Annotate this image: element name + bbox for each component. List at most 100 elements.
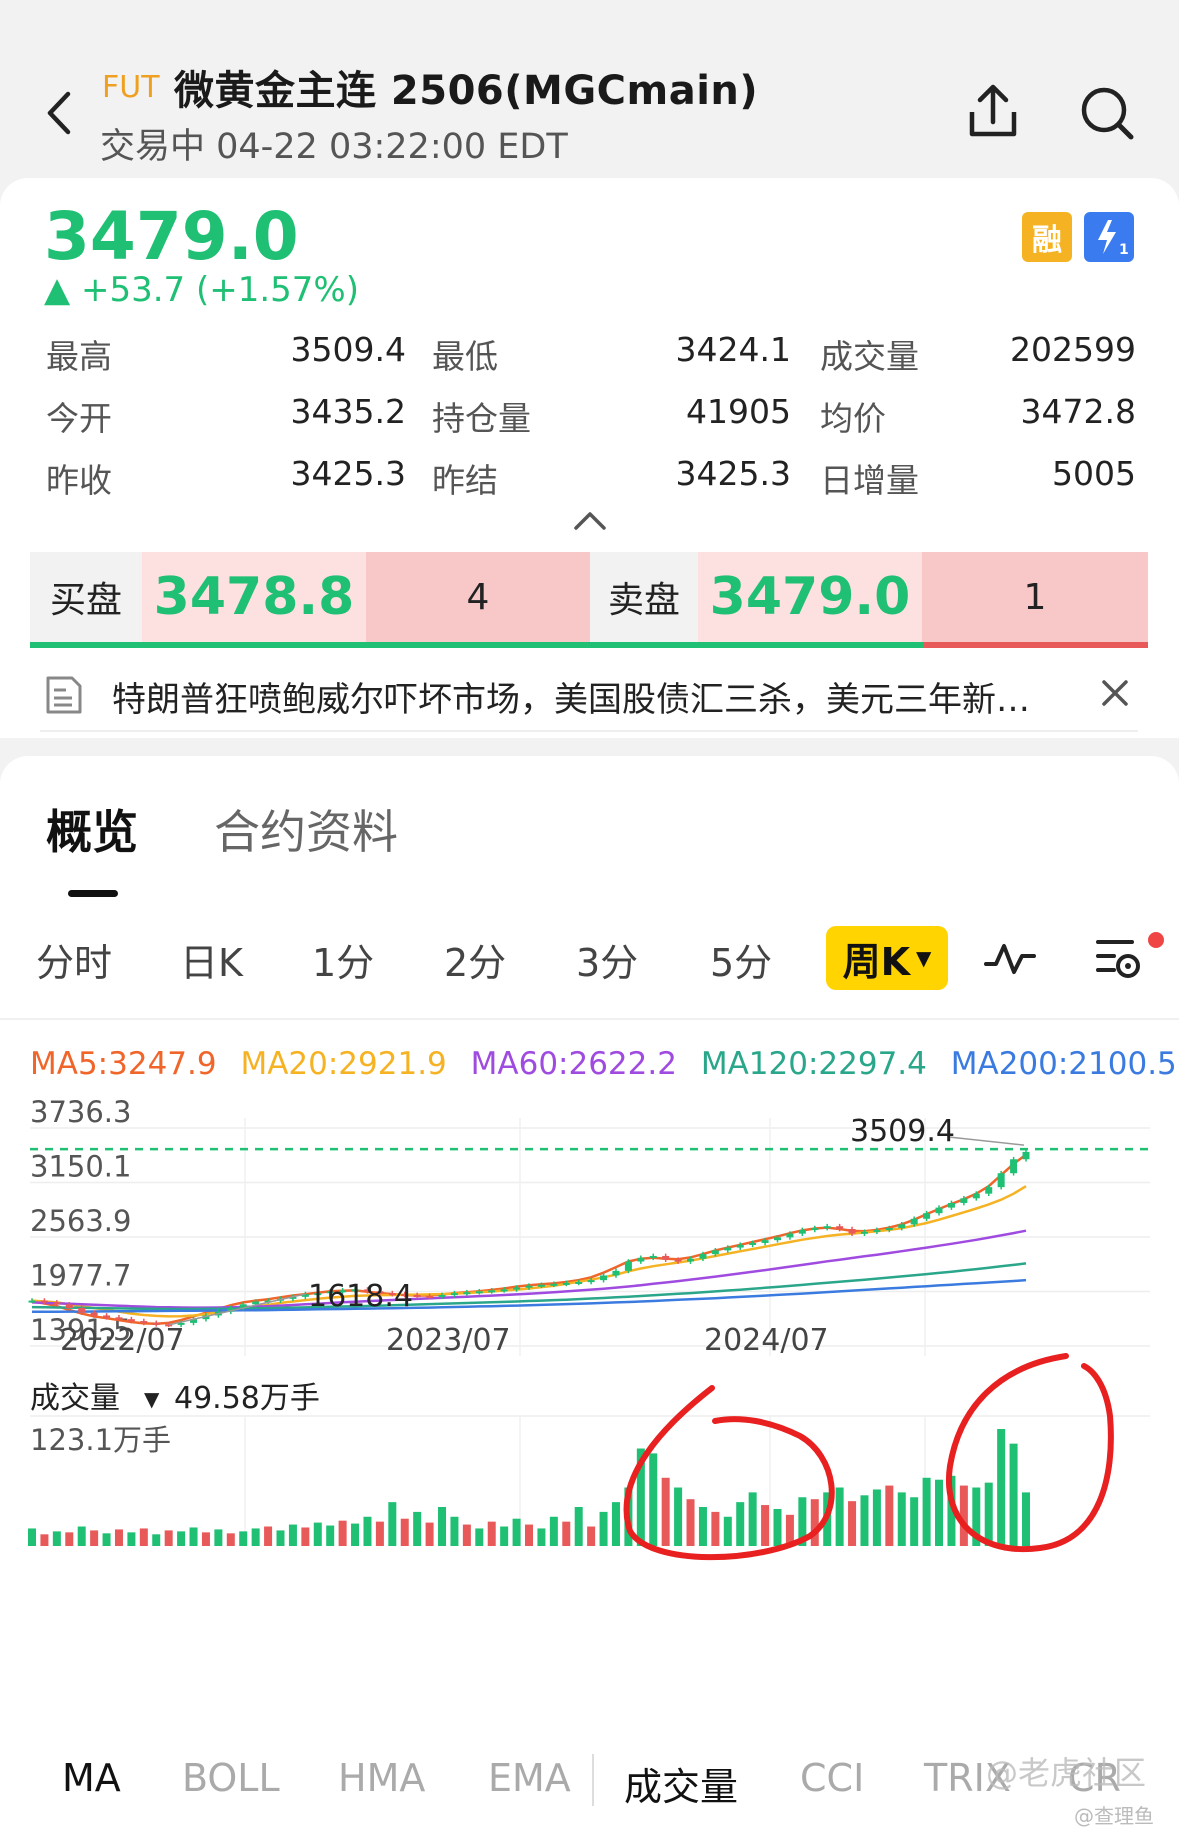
volume-bar [77, 1526, 86, 1546]
news-banner[interactable]: 特朗普狂喷鲍威尔吓坏市场，美国股债汇三杀，美元三年新… [40, 658, 1138, 732]
period-intraday[interactable]: 分时 [36, 932, 112, 987]
chart-settings-icon[interactable] [1092, 932, 1146, 986]
ma60-value: MA60:2622.2 [470, 1046, 677, 1082]
candle-body [736, 1244, 744, 1248]
stat-label: 今开 [46, 399, 112, 438]
kline-chart[interactable]: 3736.33150.12563.91977.71391.53509.41618… [0, 1086, 1179, 1746]
volume-title: 成交量 [30, 1381, 120, 1416]
candle-body [53, 1302, 61, 1305]
period-2min[interactable]: 2分 [444, 932, 506, 987]
x-tick-label: 2023/07 [386, 1323, 511, 1358]
candle-body [1010, 1159, 1018, 1174]
candle-body [823, 1226, 831, 1229]
period-1min[interactable]: 1分 [312, 932, 374, 987]
indicator-tab-hma[interactable]: HMA [338, 1756, 425, 1800]
candle-body [786, 1233, 794, 1238]
volume-bar [462, 1524, 471, 1546]
indicator-tab-cci[interactable]: CCI [800, 1756, 864, 1800]
volume-bar [438, 1507, 447, 1546]
stat-label: 最低 [432, 337, 498, 376]
close-icon[interactable] [1098, 676, 1132, 710]
volume-bar [773, 1508, 782, 1546]
volume-bar [674, 1487, 683, 1546]
candle-body [103, 1315, 111, 1318]
candle-body [960, 1198, 968, 1203]
ask-price[interactable]: 3479.0 [698, 552, 922, 642]
candle-body [28, 1300, 36, 1303]
volume-bar [736, 1502, 745, 1546]
candle-body [600, 1275, 608, 1281]
ma-legend: MA5:3247.9 MA20:2921.9 MA60:2622.2 MA120… [30, 1046, 1179, 1082]
candle-body [78, 1308, 86, 1313]
candle-body [774, 1237, 781, 1241]
volume-bar [28, 1528, 36, 1546]
indicator-tab-volume[interactable]: 成交量 [624, 1756, 738, 1811]
search-icon[interactable] [1078, 82, 1136, 142]
candle-body [475, 1291, 483, 1294]
flash-trade-icon[interactable]: 1 [1084, 212, 1134, 262]
period-daily[interactable]: 日K [180, 932, 243, 987]
notification-dot [1148, 932, 1164, 948]
candle-body [699, 1254, 707, 1259]
candle-body [65, 1304, 73, 1309]
volume-bar [922, 1477, 931, 1546]
volume-bar [599, 1511, 608, 1546]
back-arrow-icon[interactable] [40, 86, 80, 140]
volume-bar [748, 1492, 757, 1546]
stat-label: 昨收 [46, 461, 112, 500]
y-tick-label: 3150.1 [30, 1150, 131, 1184]
volume-bar [102, 1533, 111, 1546]
candle-body [587, 1280, 595, 1283]
watermark: @老虎社区 [986, 1754, 1147, 1792]
margin-badge[interactable]: 融 [1022, 212, 1072, 262]
volume-bar [276, 1530, 285, 1546]
candle-body [836, 1226, 844, 1229]
candle-body [438, 1295, 446, 1298]
volume-bar [139, 1528, 148, 1546]
volume-bar [761, 1505, 770, 1546]
tab-overview[interactable]: 概览 [46, 796, 138, 862]
volume-bar [425, 1522, 434, 1546]
volume-bar [177, 1531, 186, 1546]
y-tick-label: 3736.3 [30, 1095, 131, 1129]
watermark: @查理鱼 [1074, 1804, 1154, 1828]
ma5-value: MA5:3247.9 [30, 1046, 217, 1082]
share-icon[interactable] [964, 82, 1022, 142]
candle-body [935, 1207, 943, 1214]
indicator-wave-icon[interactable] [982, 936, 1038, 980]
stats-row: 最高 3509.4 最低 3424.1 成交量 202599 [46, 330, 1136, 376]
bid-price[interactable]: 3478.8 [142, 552, 366, 642]
tab-contract-info[interactable]: 合约资料 [214, 796, 398, 862]
indicator-tab-boll[interactable]: BOLL [182, 1756, 280, 1800]
volume-bar [562, 1521, 571, 1546]
y-tick-label: 1977.7 [30, 1259, 131, 1293]
indicator-tab-ma[interactable]: MA [62, 1756, 121, 1800]
price-change: ▲ +53.7 (+1.57%) [44, 270, 359, 310]
candle-body [40, 1300, 48, 1303]
volume-bar [872, 1489, 881, 1546]
ask-volume-bar [924, 642, 1148, 648]
candle-body [687, 1258, 695, 1262]
volume-bar [549, 1516, 558, 1546]
candle-body [985, 1187, 993, 1194]
candle-body [550, 1283, 558, 1286]
indicator-tab-ema[interactable]: EMA [488, 1756, 571, 1800]
stat-value: 3424.1 [675, 330, 791, 369]
ma120-value: MA120:2297.4 [700, 1046, 927, 1082]
svg-text:1: 1 [1119, 242, 1129, 258]
candle-body [90, 1312, 98, 1316]
period-weekly-dropdown[interactable]: 周K ▼ [826, 926, 948, 990]
period-3min[interactable]: 3分 [576, 932, 638, 987]
volume-bar [661, 1477, 670, 1546]
volume-bar [90, 1530, 99, 1546]
news-headline[interactable]: 特朗普狂喷鲍威尔吓坏市场，美国股债汇三杀，美元三年新… [112, 672, 1052, 721]
volume-bar [127, 1532, 136, 1546]
lightning-icon: 1 [1098, 220, 1129, 258]
stat-value: 3425.3 [675, 454, 791, 493]
volume-bar [885, 1485, 894, 1546]
stat-label: 昨结 [432, 461, 498, 500]
volume-bar [388, 1502, 397, 1546]
chevron-up-icon[interactable] [572, 508, 608, 534]
volume-bar [413, 1511, 422, 1546]
period-5min[interactable]: 5分 [710, 932, 772, 987]
